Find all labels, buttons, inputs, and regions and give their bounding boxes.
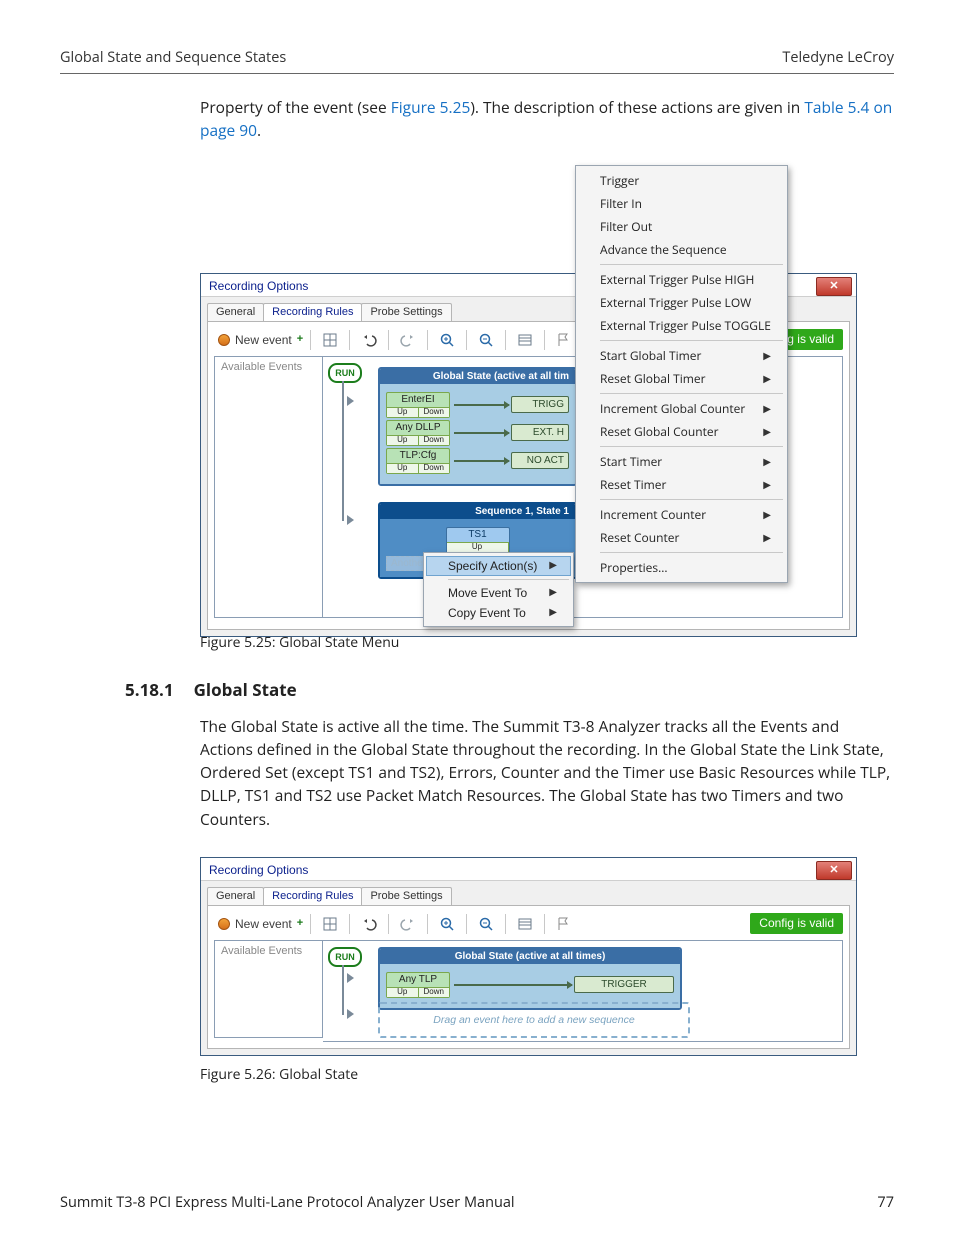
actions-menu-item[interactable]: Increment Counter▶ [578, 503, 785, 526]
zoom-out-icon[interactable] [470, 912, 502, 936]
redo-icon[interactable] [392, 328, 424, 352]
tab-recording-rules[interactable]: Recording Rules [263, 887, 362, 905]
figure-5-26: Recording Options ✕ General Recording Ru… [200, 857, 894, 1057]
actions-menu-item[interactable]: Reset Counter▶ [578, 526, 785, 549]
rules-canvas[interactable]: RUN Global State (active at all times) A… [323, 940, 843, 1042]
actions-menu-item[interactable]: Reset Timer▶ [578, 473, 785, 496]
dialog-title: Recording Options [209, 279, 308, 293]
actions-menu-item[interactable]: External Trigger Pulse TOGGLE [578, 314, 785, 337]
config-valid-badge: Config is valid [750, 913, 843, 934]
figure-5-26-caption: Figure 5.26: Global State [200, 1065, 894, 1084]
recording-options-dialog-2: Recording Options ✕ General Recording Ru… [200, 857, 857, 1056]
available-events-panel: Available Events [214, 940, 323, 1038]
actions-menu-item[interactable]: Filter Out [578, 215, 785, 238]
section-title: Global State [194, 678, 297, 701]
actions-menu-item[interactable]: Reset Global Counter▶ [578, 420, 785, 443]
flag-icon[interactable] [548, 912, 580, 936]
zoom-out-icon[interactable] [470, 328, 502, 352]
actions-menu-item[interactable]: External Trigger Pulse LOW [578, 291, 785, 314]
submenu-arrow-icon: ▶ [549, 587, 557, 598]
header-rule [60, 73, 894, 74]
tab-general[interactable]: General [207, 887, 264, 905]
actions-menu-item[interactable]: Filter In [578, 192, 785, 215]
running-head-left: Global State and Sequence States [60, 48, 286, 67]
page-number: 77 [877, 1193, 894, 1212]
toolbar-grid-icon[interactable] [314, 328, 346, 352]
rules-toolbar: New event + [214, 912, 843, 936]
drop-sequence-hint[interactable]: Drag an event here to add a new sequence [378, 1002, 690, 1038]
global-state-block[interactable]: Global State (active at all times) Any T… [378, 947, 682, 1010]
new-event-button[interactable]: New event + [214, 328, 307, 352]
toolbar-grid-icon[interactable] [314, 912, 346, 936]
menu-move-event[interactable]: Move Event To▶ [426, 583, 571, 603]
tab-general[interactable]: General [207, 303, 264, 321]
new-event-button[interactable]: New event + [214, 912, 307, 936]
zoom-in-icon[interactable] [431, 912, 463, 936]
sequence-state-title: Sequence 1, State 1 [380, 504, 575, 519]
plus-icon: + [297, 333, 303, 345]
new-event-icon [218, 334, 230, 346]
submenu-arrow-icon: ▶ [549, 607, 557, 618]
actions-menu-item[interactable]: Advance the Sequence [578, 238, 785, 261]
actions-menu-item[interactable]: Trigger [578, 169, 785, 192]
running-head-right: Teledyne LeCroy [782, 48, 894, 67]
event-row-1[interactable]: Any DLLPUpDown EXT. H [386, 420, 569, 446]
submenu-arrow-icon: ▶ [763, 530, 771, 544]
menu-copy-event[interactable]: Copy Event To▶ [426, 603, 571, 623]
event-row[interactable]: Any TLPUpDown TRIGGER [386, 972, 674, 998]
table-view-icon[interactable] [509, 912, 541, 936]
submenu-arrow-icon: ▶ [763, 454, 771, 468]
actions-menu-item[interactable]: Increment Global Counter▶ [578, 397, 785, 420]
menu-specify-actions[interactable]: Specify Action(s)▶ [426, 556, 571, 576]
event-row-0[interactable]: EnterEIUpDown TRIGG [386, 392, 569, 418]
submenu-arrow-icon: ▶ [763, 401, 771, 415]
tab-probe-settings[interactable]: Probe Settings [361, 303, 451, 321]
global-state-paragraph: The Global State is active all the time.… [200, 715, 894, 831]
redo-icon[interactable] [392, 912, 424, 936]
footer-manual-title: Summit T3-8 PCI Express Multi-Lane Proto… [60, 1193, 515, 1212]
figure-5-25-link[interactable]: Figure 5.25 [391, 96, 471, 118]
global-state-title: Global State (active at all tim [380, 369, 575, 384]
actions-submenu: TriggerFilter InFilter OutAdvance the Se… [575, 165, 788, 583]
global-state-block[interactable]: Global State (active at all tim EnterEIU… [378, 367, 577, 486]
actions-menu-item[interactable]: Start Global Timer▶ [578, 344, 785, 367]
submenu-arrow-icon: ▶ [763, 477, 771, 491]
zoom-in-icon[interactable] [431, 328, 463, 352]
submenu-arrow-icon: ▶ [763, 371, 771, 385]
run-badge: RUN [328, 947, 362, 967]
table-view-icon[interactable] [509, 328, 541, 352]
global-state-title: Global State (active at all times) [380, 949, 680, 964]
close-button[interactable]: ✕ [816, 861, 852, 880]
actions-menu-item[interactable]: Properties... [578, 556, 785, 579]
close-button[interactable]: ✕ [816, 277, 852, 296]
undo-icon[interactable] [353, 328, 385, 352]
dialog-title: Recording Options [209, 863, 308, 877]
submenu-arrow-icon: ▶ [763, 348, 771, 362]
actions-menu-item[interactable]: Reset Global Timer▶ [578, 367, 785, 390]
available-events-panel: Available Events [214, 356, 323, 618]
event-row-2[interactable]: TLP:CfgUpDown NO ACT [386, 448, 569, 474]
submenu-arrow-icon: ▶ [763, 424, 771, 438]
undo-icon[interactable] [353, 912, 385, 936]
figure-5-25: Recording Options ✕ General Recording Ru… [200, 165, 894, 625]
actions-menu-item[interactable]: External Trigger Pulse HIGH [578, 268, 785, 291]
event-context-menu: Specify Action(s)▶ Move Event To▶ Copy E… [423, 552, 574, 627]
new-event-icon [218, 918, 230, 930]
plus-icon: + [297, 917, 303, 929]
submenu-arrow-icon: ▶ [549, 560, 557, 571]
actions-menu-item[interactable]: Start Timer▶ [578, 450, 785, 473]
intro-paragraph: Property of the event (see Figure 5.25).… [200, 96, 894, 143]
section-number: 5.18.1 [125, 678, 174, 701]
submenu-arrow-icon: ▶ [763, 507, 771, 521]
tab-recording-rules[interactable]: Recording Rules [263, 303, 362, 321]
tab-probe-settings[interactable]: Probe Settings [361, 887, 451, 905]
run-badge: RUN [328, 363, 362, 383]
